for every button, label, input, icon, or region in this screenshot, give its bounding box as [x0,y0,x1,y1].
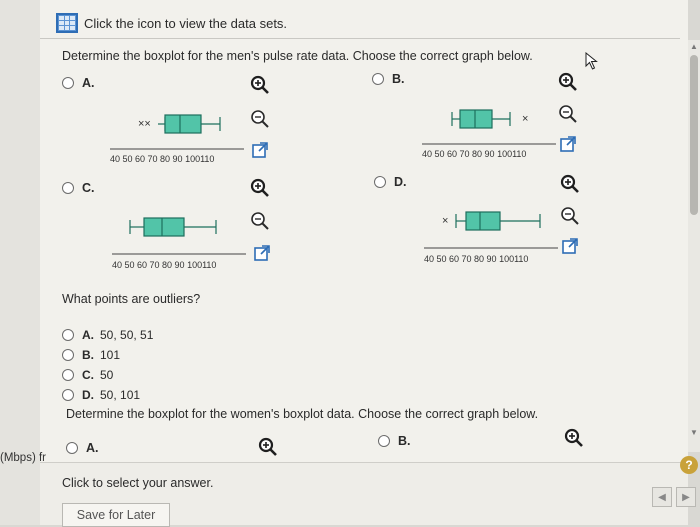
prev-arrow-icon[interactable]: ◀ [652,487,672,507]
zoom-in-icon[interactable] [258,437,278,457]
zoom-in-icon[interactable] [250,75,270,95]
option-letter: A. [82,76,95,90]
outlier-marks: × [442,215,448,227]
popout-icon[interactable] [250,140,270,160]
left-panel-edge [0,0,40,525]
option-letter: D. [394,175,407,189]
outlier-marks: ×× [138,118,151,130]
scroll-down-icon[interactable]: ▼ [690,428,698,437]
boxplot-d: × 40 50 60 70 80 90 100110 [424,211,558,264]
radio-button[interactable] [62,329,74,341]
option-letter: B. [392,72,405,86]
zoom-in-icon[interactable] [558,72,578,92]
mouse-cursor-icon [585,52,598,70]
option-d[interactable]: D. [374,175,407,189]
radio-button[interactable] [62,349,74,361]
answer-b[interactable]: B. 101 [62,348,120,362]
women-option-b[interactable]: B. [378,434,411,448]
radio-button[interactable] [62,182,74,194]
zoom-in-icon[interactable] [560,174,580,194]
option-letter: A. [86,441,99,455]
option-c[interactable]: C. [62,181,95,195]
women-option-a[interactable]: A. [66,441,99,455]
header-divider [40,38,680,39]
option-letter: C. [82,181,95,195]
question1-prompt: Determine the boxplot for the men's puls… [62,49,533,63]
axis-ticks: 40 50 60 70 80 90 100110 [112,260,216,270]
zoom-out-icon[interactable] [560,206,580,226]
footer-instruction: Click to select your answer. [62,476,214,490]
save-for-later-button[interactable]: Save for Later [62,503,170,527]
answer-c[interactable]: C. 50 [62,368,113,382]
zoom-out-icon[interactable] [558,104,578,124]
question3-prompt: Determine the boxplot for the women's bo… [66,407,539,421]
answer-letter: D. [82,388,94,402]
popout-icon[interactable] [252,243,272,263]
radio-button[interactable] [62,369,74,381]
help-icon[interactable]: ? [680,456,698,474]
data-sets-link[interactable]: Click the icon to view the data sets. [56,13,287,33]
zoom-out-icon[interactable] [250,211,270,231]
boxplot-c: 40 50 60 70 80 90 100110 [112,217,246,270]
answer-text: 101 [100,348,121,362]
popout-icon[interactable] [560,236,580,256]
question2-prompt: What points are outliers? [62,292,201,306]
radio-button[interactable] [62,389,74,401]
radio-button[interactable] [66,442,78,454]
option-letter: B. [398,434,411,448]
radio-button[interactable] [378,435,390,447]
next-arrow-icon[interactable]: ▶ [676,487,696,507]
zoom-out-icon[interactable] [250,109,270,129]
radio-button[interactable] [374,176,386,188]
answer-letter: B. [82,348,94,362]
answer-a[interactable]: A. 50, 50, 51 [62,328,153,342]
answer-letter: A. [82,328,94,342]
option-a[interactable]: A. [62,76,95,90]
outlier-marks: × [522,113,528,125]
popout-icon[interactable] [558,134,578,154]
answer-text: 50, 101 [100,388,141,402]
table-icon[interactable] [56,13,78,33]
answer-text: 50, 50, 51 [100,328,154,342]
data-sets-text: Click the icon to view the data sets. [84,15,288,31]
boxplot-b: × 40 50 60 70 80 90 100110 [422,109,556,159]
scrollbar-thumb[interactable] [690,55,698,215]
boxplot-a: ×× 40 50 60 70 80 90 100110 [110,114,244,164]
axis-ticks: 40 50 60 70 80 90 100110 [422,149,526,159]
radio-button[interactable] [372,73,384,85]
answer-d[interactable]: D. 50, 101 [62,388,140,402]
axis-ticks: 40 50 60 70 80 90 100110 [424,254,528,264]
answer-text: 50 [100,368,114,382]
zoom-in-icon[interactable] [250,178,270,198]
radio-button[interactable] [62,77,74,89]
option-b[interactable]: B. [372,72,405,86]
answer-letter: C. [82,368,94,382]
zoom-in-icon[interactable] [564,428,584,448]
scroll-up-icon[interactable]: ▲ [690,42,698,51]
axis-ticks: 40 50 60 70 80 90 100110 [110,154,214,164]
